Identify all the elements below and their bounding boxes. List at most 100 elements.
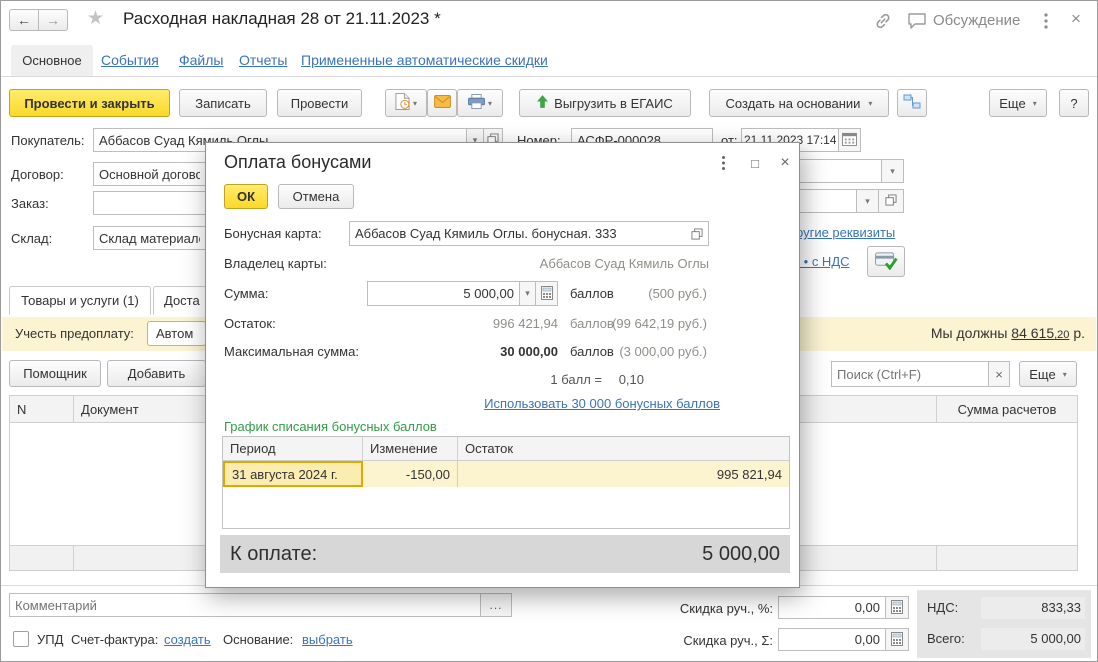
invoice-create-link[interactable]: создать (164, 632, 211, 647)
we-owe-amount-link[interactable]: 84 615,20 (1011, 325, 1069, 341)
post-button[interactable]: Провести (277, 89, 362, 117)
amount-label: Сумма: (224, 286, 268, 301)
vat-mode-link[interactable]: я • с НДС (793, 254, 850, 269)
bonus-card-payment-button[interactable] (867, 246, 905, 277)
dialog-maximize-icon[interactable]: □ (744, 154, 766, 172)
calculator-icon (891, 600, 903, 616)
schedule-cell-rest[interactable]: 995 821,94 (458, 461, 789, 487)
print-button[interactable]: ▾ (457, 89, 503, 117)
favorite-star-icon[interactable]: ★ (87, 7, 104, 30)
schedule-col-change[interactable]: Изменение (363, 437, 458, 460)
warehouse-label: Склад: (11, 231, 52, 246)
open-icon (885, 194, 897, 208)
discussion-label[interactable]: Обсуждение (933, 12, 1020, 29)
add-row-button[interactable]: Добавить (107, 360, 206, 387)
balance-value: 996 421,94 (358, 316, 558, 331)
amount-calc-button[interactable] (535, 281, 558, 306)
schedule-cell-change[interactable]: -150,00 (363, 461, 458, 487)
basis-select-link[interactable]: выбрать (302, 632, 353, 647)
card-owner-value: Аббасов Суад Кямиль Оглы (409, 256, 709, 271)
structure-icon (903, 94, 921, 113)
schedule-row[interactable]: 31 августа 2024 г. -150,00 995 821,94 (223, 461, 789, 487)
search-clear-button[interactable]: × (988, 361, 1010, 387)
printer-icon (468, 94, 485, 112)
tab-files[interactable]: Файлы (179, 52, 223, 68)
column-header-n[interactable]: N (10, 396, 74, 422)
chevron-down-icon: ▾ (413, 99, 417, 108)
tab-events[interactable]: События (101, 52, 159, 68)
discussion-icon[interactable] (907, 12, 927, 33)
schedule-cell-period[interactable]: 31 августа 2024 г. (223, 461, 363, 487)
write-button[interactable]: Записать (179, 89, 267, 117)
print-form-button[interactable]: ▾ (385, 89, 427, 117)
tab-goods-services[interactable]: Товары и услуги (1) (9, 286, 151, 315)
order-dropdown-button[interactable]: ▾ (856, 189, 879, 213)
contract-dropdown-button[interactable]: ▾ (881, 159, 904, 183)
calculator-icon (541, 286, 553, 302)
dialog-title: Оплата бонусами (224, 152, 371, 173)
assistant-button[interactable]: Помощник (9, 360, 101, 387)
window-menu-icon[interactable] (1043, 12, 1049, 33)
max-amount-value: 30 000,00 (358, 344, 558, 359)
rate-value: 0,10 (602, 372, 644, 387)
discount-sum-calc-button[interactable] (885, 628, 909, 651)
forward-arrow-icon: → (46, 12, 60, 28)
help-button[interactable]: ? (1059, 89, 1089, 117)
invoice-label: Счет-фактура: (71, 632, 158, 647)
unload-egais-button[interactable]: Выгрузить в ЕГАИС (519, 89, 691, 117)
get-link-icon[interactable] (873, 11, 893, 34)
warehouse-field[interactable] (93, 226, 206, 250)
grand-total-value: 5 000,00 (1030, 631, 1081, 646)
tab-auto-discounts[interactable]: Примененные автоматические скидки (301, 52, 548, 68)
more-actions-button[interactable]: Еще ▾ (989, 89, 1047, 117)
comment-expand-button[interactable]: ... (480, 593, 512, 617)
other-details-link[interactable]: ругие реквизиты (796, 225, 895, 240)
dialog-menu-icon[interactable] (712, 154, 734, 172)
related-documents-button[interactable] (897, 89, 927, 117)
order-field[interactable] (93, 191, 206, 215)
discount-pct-field[interactable] (778, 596, 886, 619)
we-owe-text: Мы должны 84 615,20 р. (931, 325, 1085, 341)
post-and-close-button[interactable]: Провести и закрыть (9, 89, 170, 117)
open-icon[interactable] (691, 228, 703, 243)
chevron-down-icon: ▾ (488, 99, 492, 108)
prepayment-mode-button[interactable]: Автом (147, 321, 206, 346)
balance-rub: (99 642,19 руб.) (557, 316, 707, 331)
send-email-button[interactable] (427, 89, 457, 117)
discount-pct-calc-button[interactable] (885, 596, 909, 619)
dialog-ok-button[interactable]: ОК (224, 184, 268, 209)
buyer-label: Покупатель: (11, 133, 84, 148)
page-title: Расходная накладная 28 от 21.11.2023 * (123, 9, 441, 29)
bonus-payment-dialog: Оплата бонусами □ × ОК Отмена Бонусная к… (205, 142, 800, 588)
upd-checkbox[interactable] (13, 631, 29, 647)
schedule-table[interactable]: Период Изменение Остаток 31 августа 2024… (222, 436, 790, 529)
bonus-card-field[interactable]: Аббасов Суад Кямиль Оглы. бонусная. 333 (349, 221, 709, 246)
schedule-col-period[interactable]: Период (223, 437, 363, 460)
use-all-bonuses-link[interactable]: Использовать 30 000 бонусных баллов (406, 396, 720, 411)
document-window: ← → ★ Расходная накладная 28 от 21.11.20… (0, 0, 1098, 662)
tab-main[interactable]: Основное (11, 45, 93, 76)
dialog-close-icon[interactable]: × (774, 154, 796, 172)
table-more-button[interactable]: Еще ▾ (1019, 361, 1077, 387)
prepayment-label: Учесть предоплату: (15, 326, 134, 341)
amount-field[interactable] (367, 281, 520, 306)
date-calendar-button[interactable] (838, 128, 861, 152)
column-header-settlement-sum[interactable]: Сумма расчетов (937, 396, 1077, 422)
search-input[interactable] (831, 361, 989, 387)
contract-field[interactable] (93, 162, 206, 186)
to-pay-value: 5 000,00 (702, 543, 780, 566)
tab-reports[interactable]: Отчеты (239, 52, 287, 68)
dialog-cancel-button[interactable]: Отмена (278, 184, 354, 209)
nav-back-button[interactable]: ← (9, 9, 39, 31)
amount-dropdown-button[interactable]: ▾ (519, 281, 536, 306)
document-clock-icon (395, 93, 410, 113)
nav-forward-button[interactable]: → (38, 9, 68, 31)
create-based-on-button[interactable]: Создать на основании ▾ (709, 89, 889, 117)
comment-input[interactable] (9, 593, 481, 617)
window-close-icon[interactable]: × (1071, 9, 1081, 29)
schedule-col-rest[interactable]: Остаток (458, 437, 789, 460)
discount-sum-field[interactable] (778, 628, 886, 651)
order-open-button[interactable] (878, 189, 904, 213)
vat-total-label: НДС: (927, 600, 958, 615)
chevron-down-icon: ▾ (868, 99, 872, 108)
